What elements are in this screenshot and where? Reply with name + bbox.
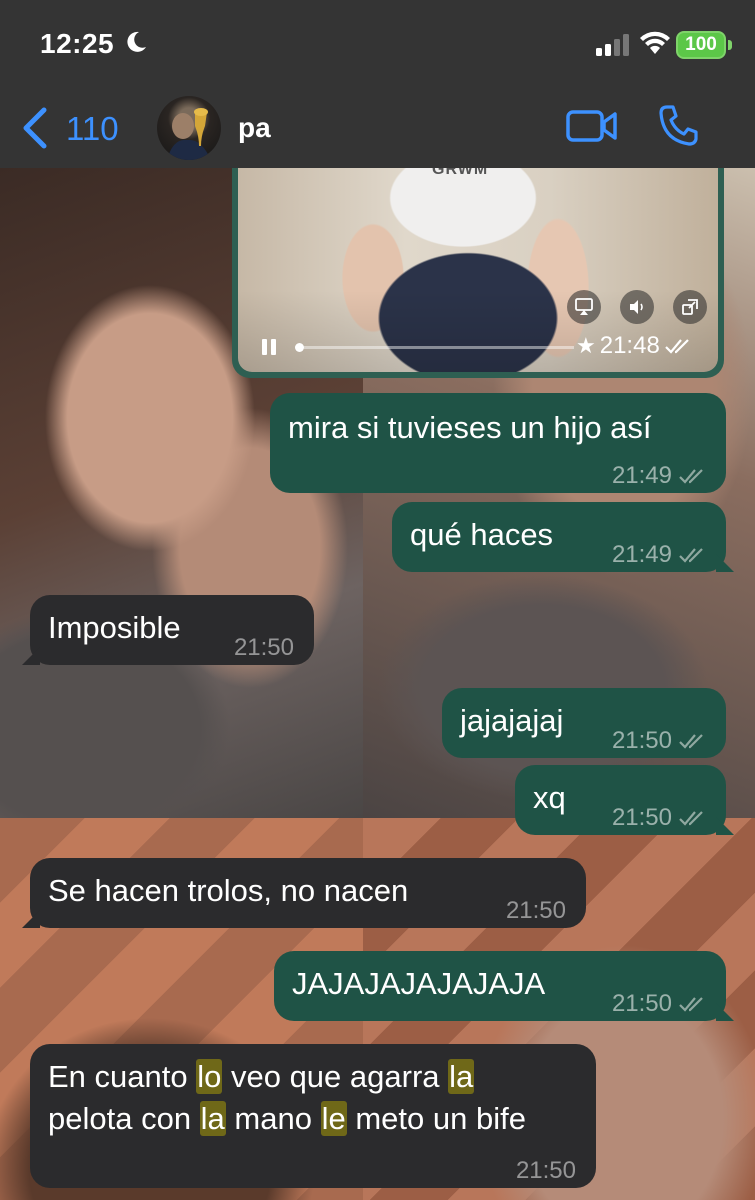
airplay-icon <box>575 298 593 315</box>
contact-name[interactable]: pa <box>238 112 271 144</box>
message-text: JAJAJAJAJAJAJA <box>292 966 546 1001</box>
message-meta: 21:50 <box>506 890 566 932</box>
read-ticks-icon <box>679 997 703 1012</box>
speaker-icon <box>630 300 643 314</box>
wifi-icon <box>640 31 670 54</box>
text-part: mano <box>225 1101 321 1136</box>
top-bar: 12:25 100 110 pa <box>0 0 755 168</box>
read-ticks-icon <box>679 548 703 563</box>
moon-icon <box>127 31 146 52</box>
message-time: 21:48 <box>599 332 660 359</box>
message-bubble-incoming[interactable]: Imposible 21:50 <box>22 595 314 665</box>
message-text: Imposible <box>48 610 181 645</box>
read-ticks-icon <box>679 469 703 484</box>
message-time: 21:49 <box>611 462 672 489</box>
phone-icon[interactable] <box>658 104 698 146</box>
highlighted-word: lo <box>196 1059 223 1094</box>
video-progress-handle[interactable] <box>295 343 304 352</box>
text-part: veo que agarra <box>222 1059 449 1094</box>
read-ticks-icon <box>679 811 703 826</box>
message-time: 21:50 <box>233 634 294 661</box>
message-time: 21:50 <box>611 804 672 831</box>
message-meta: 21:50 <box>612 720 708 762</box>
picture-in-picture-button[interactable] <box>673 290 707 324</box>
message-text: jajajajaj <box>460 703 564 738</box>
battery-tip <box>728 40 732 50</box>
video-progress-track[interactable] <box>304 346 574 349</box>
message-text: xq <box>533 780 566 815</box>
message-bubble-outgoing[interactable]: xq 21:50 <box>515 765 734 835</box>
message-text: En cuanto lo veo que agarra la pelota con… <box>48 1056 588 1140</box>
message-text: qué haces <box>410 517 554 552</box>
message-text: Se hacen trolos, no nacen <box>48 873 409 908</box>
text-part: En cuanto <box>48 1059 197 1094</box>
avatar[interactable] <box>157 96 221 160</box>
message-meta: 21:49 <box>612 534 708 576</box>
message-bubble-incoming[interactable]: Se hacen trolos, no nacen 21:50 <box>22 858 586 928</box>
message-meta: 21:50 <box>516 1150 576 1192</box>
message-time: 21:49 <box>611 541 672 568</box>
highlighted-word: le <box>320 1101 347 1136</box>
highlighted-word: la <box>199 1101 226 1136</box>
text-part: meto un bife <box>346 1101 526 1136</box>
message-meta: 21:50 <box>612 797 708 839</box>
battery-icon: 100 <box>676 31 726 59</box>
message-bubble-incoming[interactable]: En cuanto lo veo que agarra la pelota con… <box>30 1044 596 1188</box>
message-time: 21:50 <box>611 727 672 754</box>
signal-icon <box>596 34 629 56</box>
message-meta: 21:49 <box>612 455 708 497</box>
read-ticks-icon <box>665 339 689 354</box>
star-icon: ★ <box>576 333 596 358</box>
highlighted-word: la <box>448 1059 475 1094</box>
read-ticks-icon <box>679 734 703 749</box>
status-time: 12:25 <box>40 28 115 59</box>
message-meta: 21:50 <box>612 983 708 1025</box>
pause-icon[interactable] <box>259 337 279 357</box>
message-time: 21:50 <box>505 897 566 924</box>
message-bubble-outgoing[interactable]: qué haces 21:49 <box>392 502 734 572</box>
message-bubble-outgoing[interactable]: JAJAJAJAJAJAJA 21:50 <box>274 951 734 1021</box>
pip-icon <box>682 299 698 315</box>
message-bubble-outgoing[interactable]: jajajajaj 21:50 <box>442 688 726 758</box>
battery-level: 100 <box>685 34 717 55</box>
volume-button[interactable] <box>620 290 654 324</box>
video-call-icon[interactable] <box>566 108 618 144</box>
chevron-left-icon[interactable] <box>18 106 52 150</box>
text-part: pelota con <box>48 1101 200 1136</box>
back-unread-count[interactable]: 110 <box>66 110 119 148</box>
message-time: 21:50 <box>515 1157 576 1184</box>
message-bubble-outgoing[interactable]: mira si tuvieses un hijo así 21:49 <box>270 393 726 493</box>
video-meta: ★ 21:48 <box>576 332 694 360</box>
message-text: mira si tuvieses un hijo así <box>288 410 652 445</box>
message-time: 21:50 <box>611 990 672 1017</box>
airplay-button[interactable] <box>567 290 601 324</box>
message-meta: 21:50 <box>234 627 294 669</box>
